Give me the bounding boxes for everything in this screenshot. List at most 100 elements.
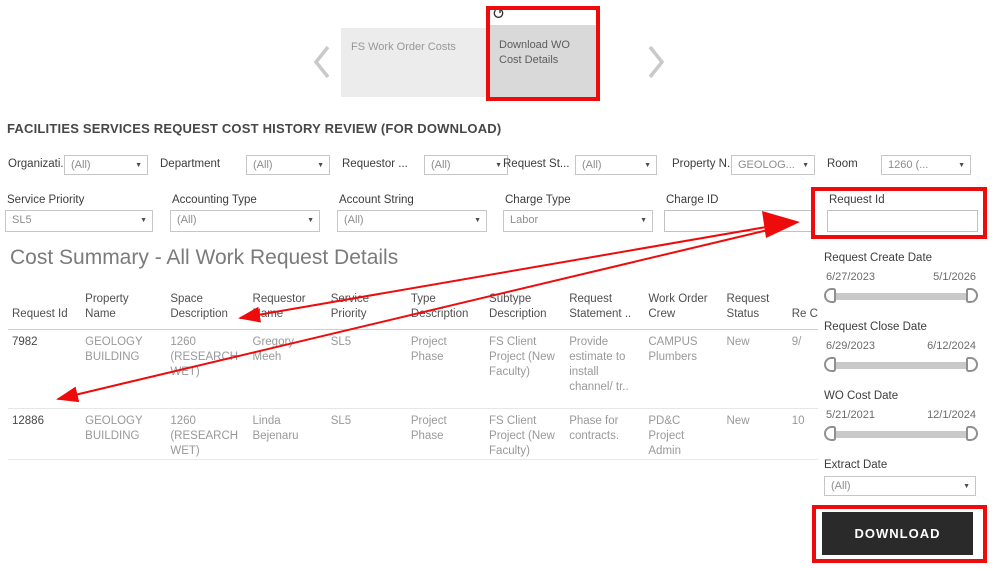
cell-1-0[interactable]: 12886 bbox=[8, 408, 82, 460]
slider-handle-right[interactable] bbox=[966, 426, 978, 441]
chevron-down-icon: ▼ bbox=[140, 217, 147, 224]
filter-input-request-id[interactable] bbox=[827, 210, 978, 232]
cell-1-10[interactable]: 10 bbox=[787, 408, 818, 460]
cell-1-5[interactable]: Project Phase bbox=[406, 408, 486, 460]
chevron-down-icon: ▼ bbox=[640, 217, 647, 224]
selected-value: (All) bbox=[71, 159, 91, 171]
cell-1-7[interactable]: Phase for contracts. bbox=[565, 408, 645, 460]
slider-start-date: 6/27/2023 bbox=[826, 271, 875, 283]
filter-select-room[interactable]: 1260 (... ▼ bbox=[881, 155, 971, 175]
slider-end-date: 6/12/2024 bbox=[927, 340, 976, 352]
cell-1-6[interactable]: FS Client Project (New Faculty) bbox=[485, 408, 566, 460]
chevron-right-icon[interactable] bbox=[646, 45, 666, 79]
filter-label-requestor: Requestor ... bbox=[342, 158, 408, 170]
filter-label-request-create-date: Request Create Date bbox=[824, 252, 933, 264]
column-header-6[interactable]: Subtype Description bbox=[485, 292, 566, 330]
filter-select-organization[interactable]: (All) ▼ bbox=[64, 155, 148, 175]
cell-0-5[interactable]: Project Phase bbox=[406, 329, 486, 409]
chevron-down-icon: ▼ bbox=[317, 162, 324, 169]
filter-select-account-string[interactable]: (All) ▼ bbox=[337, 210, 487, 232]
selected-value: (All) bbox=[582, 159, 602, 171]
cell-0-0[interactable]: 7982 bbox=[8, 329, 82, 409]
cell-0-3[interactable]: Gregory Meeh bbox=[248, 329, 327, 409]
slider-track-wo-cost-date[interactable] bbox=[824, 426, 978, 441]
cell-1-9[interactable]: New bbox=[722, 408, 788, 460]
refresh-icon[interactable]: ↺ bbox=[492, 4, 505, 24]
column-header-9[interactable]: Request Status bbox=[722, 292, 788, 330]
filter-select-department[interactable]: (All) ▼ bbox=[246, 155, 330, 175]
tab-download-wo-cost-details[interactable]: Download WO Cost Details bbox=[489, 25, 598, 97]
column-header-10[interactable]: Re Cr bbox=[787, 292, 818, 330]
slider-handle-right[interactable] bbox=[966, 357, 978, 372]
selected-value: (All) bbox=[831, 480, 851, 492]
chevron-down-icon: ▼ bbox=[644, 162, 651, 169]
filter-select-property-name[interactable]: GEOLOG... ▼ bbox=[731, 155, 815, 175]
filter-select-request-status[interactable]: (All) ▼ bbox=[575, 155, 657, 175]
column-header-7[interactable]: Request Statement .. bbox=[565, 292, 645, 330]
slider-dates-wo-cost-date: 5/21/2021 12/1/2024 bbox=[826, 409, 976, 421]
column-header-3[interactable]: Requestor Name bbox=[248, 292, 327, 330]
chevron-down-icon: ▼ bbox=[474, 217, 481, 224]
chevron-down-icon: ▼ bbox=[958, 162, 965, 169]
selected-value: (All) bbox=[253, 159, 273, 171]
filter-label-account-string: Account String bbox=[339, 194, 414, 206]
chevron-down-icon: ▼ bbox=[135, 162, 142, 169]
column-header-1[interactable]: Property Name bbox=[81, 292, 167, 330]
cell-1-4[interactable]: SL5 bbox=[326, 408, 407, 460]
filter-label-organization: Organizati... bbox=[8, 158, 70, 170]
filter-select-service-priority[interactable]: SL5 ▼ bbox=[5, 210, 153, 232]
slider-end-date: 5/1/2026 bbox=[933, 271, 976, 283]
cell-0-4[interactable]: SL5 bbox=[326, 329, 407, 409]
slider-track-request-close-date[interactable] bbox=[824, 357, 978, 372]
slider-handle-left[interactable] bbox=[824, 288, 836, 303]
cell-0-6[interactable]: FS Client Project (New Faculty) bbox=[485, 329, 566, 409]
filter-label-request-status: Request St... bbox=[503, 158, 570, 170]
cell-0-8[interactable]: CAMPUS Plumbers bbox=[644, 329, 723, 409]
download-button[interactable]: DOWNLOAD bbox=[822, 512, 973, 555]
column-header-5[interactable]: Type Description bbox=[406, 292, 486, 330]
slider-handle-right[interactable] bbox=[966, 288, 978, 303]
cell-0-2[interactable]: 1260 (RESEARCH WET) bbox=[166, 329, 249, 409]
chevron-down-icon: ▼ bbox=[802, 162, 809, 169]
column-header-4[interactable]: Service Priority bbox=[326, 292, 407, 330]
cell-1-8[interactable]: PD&C Project Admin bbox=[644, 408, 723, 460]
filter-select-accounting-type[interactable]: (All) ▼ bbox=[170, 210, 320, 232]
cost-summary-table: Request Id Property Name Space Description… bbox=[8, 292, 818, 460]
extract-date-select[interactable]: (All) ▼ bbox=[824, 476, 976, 496]
dashboard: FS Work Order Costs ↺ Download WO Cost D… bbox=[0, 0, 1000, 569]
cell-1-3[interactable]: Linda Bejenaru bbox=[248, 408, 327, 460]
selected-value: Labor bbox=[510, 214, 539, 226]
section-title: Cost Summary - All Work Request Details bbox=[10, 246, 399, 269]
cell-0-7[interactable]: Provide estimate to install channel/ tr.… bbox=[565, 329, 645, 409]
chevron-down-icon: ▼ bbox=[963, 483, 970, 490]
slider-dates-request-create-date: 6/27/2023 5/1/2026 bbox=[826, 271, 976, 283]
filter-input-charge-id[interactable] bbox=[664, 210, 812, 232]
cell-0-1[interactable]: GEOLOGY BUILDING bbox=[81, 329, 167, 409]
selected-value: SL5 bbox=[12, 214, 32, 226]
slider-start-date: 5/21/2021 bbox=[826, 409, 875, 421]
column-header-0[interactable]: Request Id bbox=[8, 292, 82, 330]
slider-end-date: 12/1/2024 bbox=[927, 409, 976, 421]
filter-label-service-priority: Service Priority bbox=[7, 194, 85, 206]
filter-label-room: Room bbox=[827, 158, 858, 170]
chevron-left-icon[interactable] bbox=[312, 45, 332, 79]
chevron-down-icon: ▼ bbox=[307, 217, 314, 224]
filter-label-department: Department bbox=[160, 158, 221, 170]
column-header-8[interactable]: Work Order Crew bbox=[644, 292, 723, 330]
column-header-2[interactable]: Space Description bbox=[166, 292, 249, 330]
filter-select-charge-type[interactable]: Labor ▼ bbox=[503, 210, 653, 232]
cell-0-10[interactable]: 9/ bbox=[787, 329, 818, 409]
filter-label-property-name: Property N... bbox=[672, 158, 737, 170]
selected-value: (All) bbox=[177, 214, 197, 226]
request-id-partial-value: 7982 bbox=[836, 235, 866, 242]
filter-label-charge-type: Charge Type bbox=[505, 194, 571, 206]
cell-0-9[interactable]: New bbox=[722, 329, 788, 409]
tab-fs-work-order-costs[interactable]: FS Work Order Costs bbox=[341, 28, 489, 97]
cell-1-2[interactable]: 1260 (RESEARCH WET) bbox=[166, 408, 249, 460]
slider-handle-left[interactable] bbox=[824, 357, 836, 372]
filter-select-requestor[interactable]: (All) ▼ bbox=[424, 155, 508, 175]
slider-handle-left[interactable] bbox=[824, 426, 836, 441]
cell-1-1[interactable]: GEOLOGY BUILDING bbox=[81, 408, 167, 460]
slider-track-request-create-date[interactable] bbox=[824, 288, 978, 303]
filter-label-wo-cost-date: WO Cost Date bbox=[824, 390, 899, 402]
